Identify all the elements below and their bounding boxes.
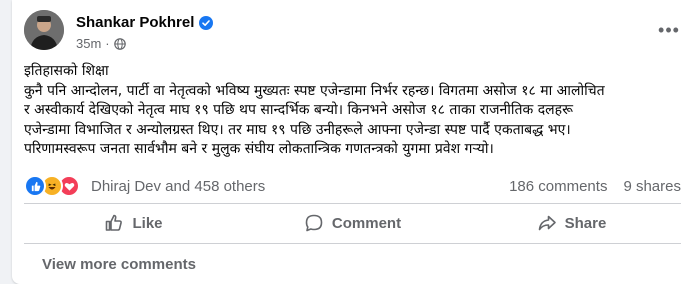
post-header: Shankar Pokhrel 35m · ••• — [24, 10, 693, 54]
post-line-4: एजेन्डामा विभाजित र अन्योलग्रस्त थिए। तर… — [24, 121, 571, 138]
reactors-text[interactable]: Dhiraj Dev and 458 others — [91, 178, 265, 195]
author-name-text: Shankar Pokhrel — [76, 14, 195, 31]
post-line-2: कुनै पनि आन्दोलन, पार्टी वा नेतृत्वको भव… — [24, 82, 605, 99]
action-bar: Like Comment Share — [24, 205, 681, 241]
thumbs-up-icon — [106, 214, 123, 231]
like-reaction-icon — [24, 175, 46, 197]
post-line-5: परिणामस्वरूप जनता सार्वभौम बने र मुलुक स… — [24, 141, 494, 157]
view-more-comments-link[interactable]: View more comments — [42, 256, 196, 273]
post-line-1: इतिहासको शिक्षा — [24, 63, 109, 79]
like-button[interactable]: Like — [24, 205, 243, 241]
more-options-icon[interactable]: ••• — [657, 20, 681, 40]
divider-bottom — [24, 243, 681, 244]
globe-icon[interactable] — [113, 37, 126, 50]
post-meta: 35m · — [76, 36, 126, 51]
post-card: Shankar Pokhrel 35m · ••• इतिहासको शिक्ष… — [12, 0, 693, 284]
post-stats: Dhiraj Dev and 458 others 186 comments 9… — [24, 175, 681, 197]
share-label: Share — [564, 214, 607, 232]
divider-top — [24, 203, 681, 204]
meta-separator: · — [105, 36, 110, 51]
share-button[interactable]: Share — [462, 205, 681, 241]
reaction-icons[interactable] — [24, 175, 80, 197]
comment-icon — [305, 214, 323, 232]
like-label: Like — [132, 214, 163, 232]
post-body: इतिहासको शिक्षा कुनै पनि आन्दोलन, पार्टी… — [24, 62, 681, 160]
verified-badge-icon — [199, 15, 214, 30]
comments-count[interactable]: 186 comments — [509, 178, 607, 195]
author-name[interactable]: Shankar Pokhrel — [76, 14, 214, 31]
comment-label: Comment — [331, 214, 402, 232]
share-icon — [538, 215, 556, 231]
avatar[interactable] — [24, 10, 64, 50]
post-line-3: र अस्वीकार्य देखिएको नेतृत्व माघ १९ पछि … — [24, 102, 573, 118]
comment-button[interactable]: Comment — [243, 205, 462, 241]
post-time[interactable]: 35m — [76, 36, 101, 51]
shares-count[interactable]: 9 shares — [623, 178, 681, 195]
